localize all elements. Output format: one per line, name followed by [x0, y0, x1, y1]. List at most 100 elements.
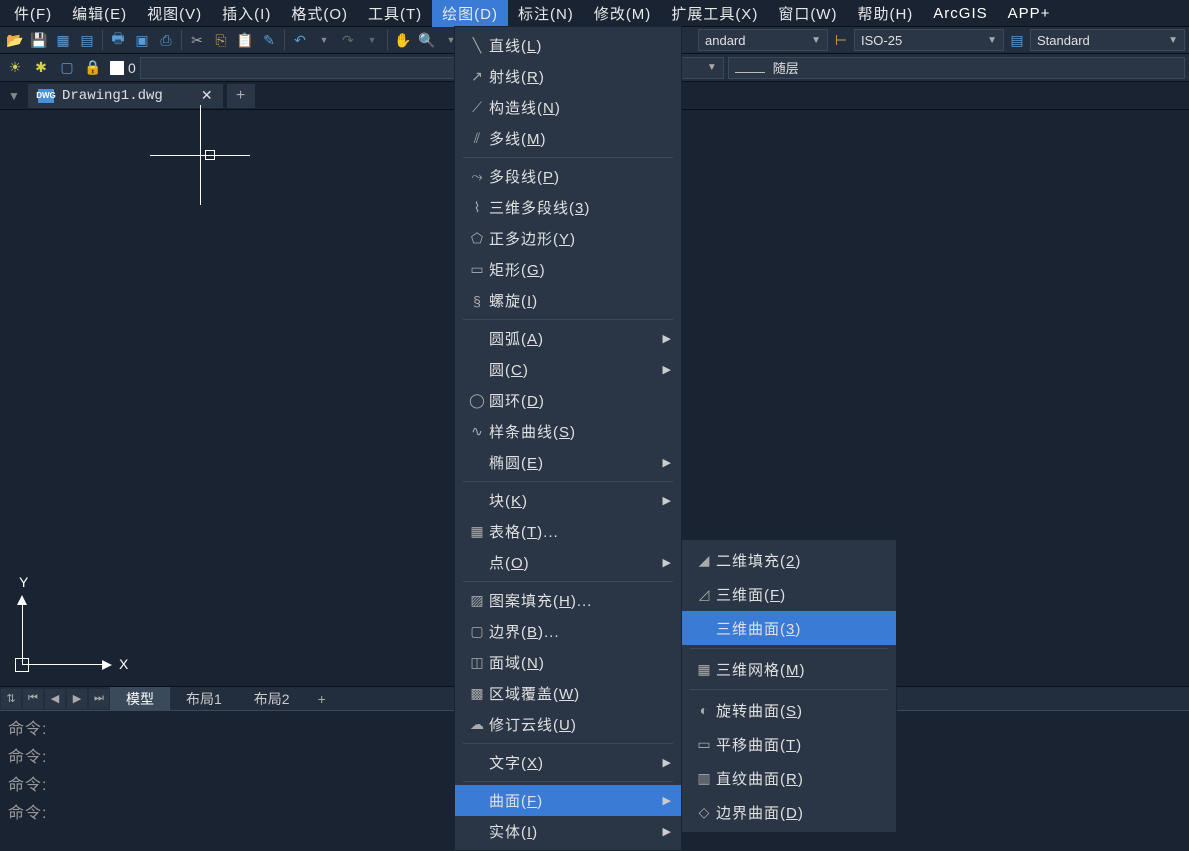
- menu-item[interactable]: 绘图(D): [432, 0, 508, 27]
- table-icon: ▦: [465, 523, 489, 541]
- 3dface-icon: ◿: [692, 585, 716, 603]
- matchprop-icon[interactable]: ✎: [258, 29, 280, 51]
- menu-item[interactable]: 插入(I): [212, 0, 281, 27]
- nav-last-button[interactable]: ⏭: [89, 689, 109, 709]
- paste-icon[interactable]: 📋: [234, 29, 256, 51]
- file-tab[interactable]: DWG Drawing1.dwg ✕: [28, 84, 223, 108]
- menu-item-sub[interactable]: 圆(C)▶: [455, 354, 681, 385]
- model-tab[interactable]: 模型: [110, 687, 170, 711]
- dim-style-icon[interactable]: ⊢: [830, 29, 852, 51]
- menu-item-xline[interactable]: ⟋构造线(N): [455, 92, 681, 123]
- print-icon[interactable]: 🖶: [107, 29, 129, 51]
- submenu-item-3dsurf[interactable]: 三维曲面(3): [682, 611, 896, 645]
- menu-item-wipeout[interactable]: ▩区域覆盖(W): [455, 678, 681, 709]
- undo-dropdown-icon[interactable]: ▼: [313, 29, 335, 51]
- submenu-item-edgesurf[interactable]: ◇边界曲面(D): [682, 795, 896, 829]
- lineweight-dropdown[interactable]: 随层: [728, 57, 1185, 79]
- menu-item[interactable]: 视图(V): [137, 0, 212, 27]
- menu-label: 圆(C): [489, 359, 653, 380]
- layer-states-icon[interactable]: ☀: [4, 57, 26, 79]
- menu-item-boundary[interactable]: ▢边界(B)...: [455, 616, 681, 647]
- layer-lock-icon[interactable]: 🔒: [82, 57, 104, 79]
- menu-item[interactable]: 格式(O): [281, 0, 358, 27]
- mline-icon: ⫽: [465, 130, 489, 148]
- saveall-icon[interactable]: ▦: [52, 29, 74, 51]
- nav-prev-button[interactable]: ◀: [45, 689, 65, 709]
- menu-item[interactable]: 修改(M): [584, 0, 662, 27]
- 3dsurf-icon: [692, 619, 716, 637]
- save-icon[interactable]: 💾: [28, 29, 50, 51]
- menu-item-revcloud[interactable]: ☁修订云线(U): [455, 709, 681, 740]
- menu-item-sub[interactable]: 文字(X)▶: [455, 747, 681, 778]
- nav-updown-button[interactable]: ⇅: [1, 689, 21, 709]
- menu-item-sub[interactable]: 椭圆(E)▶: [455, 447, 681, 478]
- menu-item-pline[interactable]: ⤳多段线(P): [455, 161, 681, 192]
- menu-item-sub[interactable]: 圆弧(A)▶: [455, 323, 681, 354]
- lineweight-value: 随层: [735, 58, 799, 77]
- nav-next-button[interactable]: ▶: [67, 689, 87, 709]
- menu-item[interactable]: 工具(T): [358, 0, 432, 27]
- menu-item-donut[interactable]: ◯圆环(D): [455, 385, 681, 416]
- menu-item-hatch[interactable]: ▨图案填充(H)...: [455, 585, 681, 616]
- menu-item[interactable]: APP+: [998, 2, 1061, 25]
- blank-icon: [465, 554, 489, 572]
- submenu-item-tabsurf[interactable]: ▭平移曲面(T): [682, 727, 896, 761]
- blank-icon: [465, 454, 489, 472]
- menu-item[interactable]: 窗口(W): [768, 0, 847, 27]
- menu-item-region[interactable]: ◫面域(N): [455, 647, 681, 678]
- print-preview-icon[interactable]: ▣: [131, 29, 153, 51]
- menu-item[interactable]: 编辑(E): [62, 0, 137, 27]
- menu-item-polygon[interactable]: ⬠正多边形(Y): [455, 223, 681, 254]
- table-style-dropdown[interactable]: andard ▼: [698, 29, 828, 51]
- layer-dropdown[interactable]: ▼: [140, 57, 470, 79]
- nav-first-button[interactable]: ⏮: [23, 689, 43, 709]
- cut-icon[interactable]: ✂: [186, 29, 208, 51]
- pan-icon[interactable]: ✋: [392, 29, 414, 51]
- menu-item-spline[interactable]: ∿样条曲线(S): [455, 416, 681, 447]
- menu-item[interactable]: ArcGIS: [923, 2, 997, 25]
- zoom-icon[interactable]: 🔍: [416, 29, 438, 51]
- menu-item-mline[interactable]: ⫽多线(M): [455, 123, 681, 154]
- layer-freeze-icon[interactable]: ✱: [30, 57, 52, 79]
- menu-item-ray[interactable]: ↗射线(R): [455, 61, 681, 92]
- menu-item[interactable]: 件(F): [4, 0, 62, 27]
- layers-icon[interactable]: ▤: [76, 29, 98, 51]
- layer-color-swatch[interactable]: [110, 61, 124, 75]
- menu-item-line[interactable]: ╲直线(L): [455, 30, 681, 61]
- menu-item-sub[interactable]: 实体(I)▶: [455, 816, 681, 847]
- new-tab-button[interactable]: +: [227, 84, 255, 108]
- tab-collapse-icon[interactable]: ▼: [4, 89, 24, 103]
- submenu-item-solid2d[interactable]: ◢二维填充(2): [682, 543, 896, 577]
- menu-item-3dpoly[interactable]: ⌇三维多段线(3): [455, 192, 681, 223]
- redo-dropdown-icon[interactable]: ▼: [361, 29, 383, 51]
- text-style-icon[interactable]: ▤: [1006, 29, 1028, 51]
- menu-item-helix[interactable]: §螺旋(I): [455, 285, 681, 316]
- layer-tool-icon[interactable]: ▢: [56, 57, 78, 79]
- menu-item-rect[interactable]: ▭矩形(G): [455, 254, 681, 285]
- menu-item-table[interactable]: ▦表格(T)...: [455, 516, 681, 547]
- text-style-dropdown[interactable]: Standard ▼: [1030, 29, 1185, 51]
- donut-icon: ◯: [465, 392, 489, 410]
- layout1-tab[interactable]: 布局1: [170, 687, 238, 711]
- submenu-item-revsurf[interactable]: ◐旋转曲面(S): [682, 693, 896, 727]
- menu-item[interactable]: 标注(N): [508, 0, 584, 27]
- undo-icon[interactable]: ↶: [289, 29, 311, 51]
- submenu-item-rulesurf[interactable]: ▥直纹曲面(R): [682, 761, 896, 795]
- submenu-item-3dmesh[interactable]: ▦三维网格(M): [682, 652, 896, 686]
- submenu-label: 二维填充(2): [716, 550, 886, 571]
- add-layout-button[interactable]: +: [306, 689, 338, 709]
- menu-item-sub[interactable]: 点(O)▶: [455, 547, 681, 578]
- menu-item[interactable]: 帮助(H): [847, 0, 923, 27]
- menu-item-sub[interactable]: 块(K)▶: [455, 485, 681, 516]
- layout2-tab[interactable]: 布局2: [238, 687, 306, 711]
- print-setup-icon[interactable]: ⎙: [155, 29, 177, 51]
- submenu-label: 直纹曲面(R): [716, 768, 886, 789]
- menu-item[interactable]: 扩展工具(X): [661, 0, 768, 27]
- close-tab-icon[interactable]: ✕: [201, 87, 213, 104]
- submenu-item-3dface[interactable]: ◿三维面(F): [682, 577, 896, 611]
- redo-icon[interactable]: ↷: [337, 29, 359, 51]
- copy-icon[interactable]: ⎘: [210, 29, 232, 51]
- menu-item-sub[interactable]: 曲面(F)▶: [455, 785, 681, 816]
- open-icon[interactable]: 📂: [4, 29, 26, 51]
- dim-style-dropdown[interactable]: ISO-25 ▼: [854, 29, 1004, 51]
